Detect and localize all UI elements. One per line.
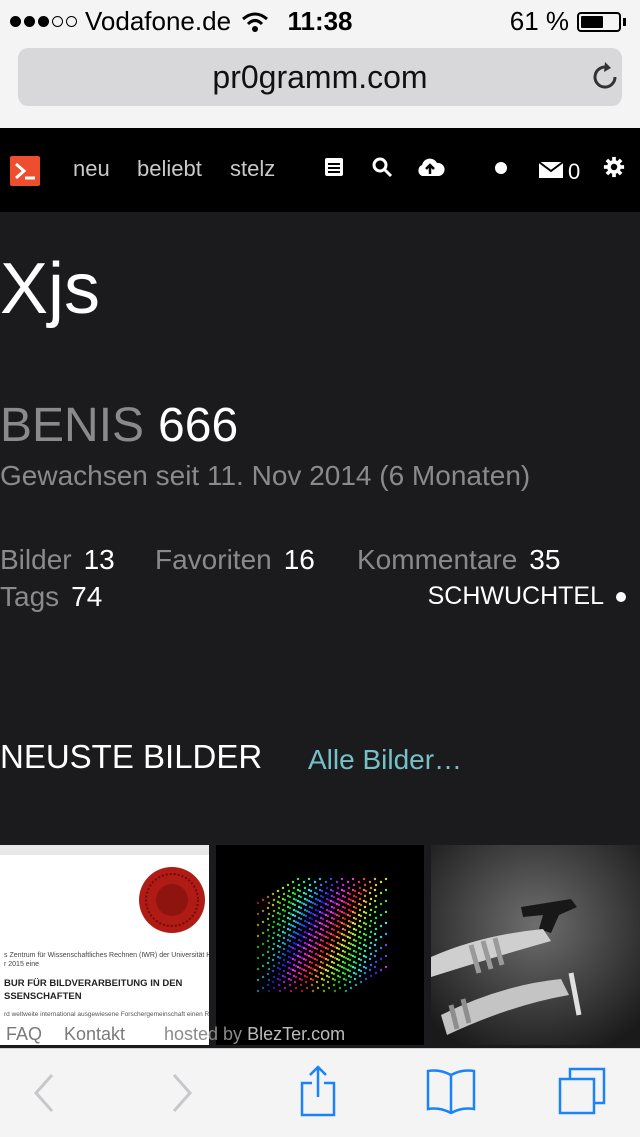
benis-label: BENIS: [0, 399, 145, 452]
battery-icon: [577, 11, 621, 32]
site-nav: neu beliebt stelz 0: [0, 128, 640, 212]
search-icon[interactable]: [371, 156, 393, 178]
stat-bilder-value: 13: [83, 544, 115, 575]
user-rank: SCHWUCHTEL: [427, 582, 604, 610]
hands-with-gun-image: [431, 845, 640, 1045]
user-rank-badge: SCHWUCHTEL: [428, 582, 626, 611]
footer-faq-link[interactable]: FAQ: [6, 1024, 42, 1044]
nav-link-beliebt[interactable]: beliebt: [137, 156, 202, 182]
benis-score: BENIS 666: [0, 398, 238, 453]
stat-tags-value: 74: [71, 581, 103, 612]
benis-value: 666: [158, 399, 239, 452]
thumbnail-2[interactable]: [216, 845, 424, 1045]
university-seal-image: [139, 867, 205, 933]
mail-icon[interactable]: [538, 161, 564, 179]
stat-bilder[interactable]: Bilder 13: [0, 544, 115, 576]
stat-favoriten-value: 16: [283, 544, 315, 575]
browser-toolbar: [0, 1048, 640, 1137]
stat-kommentare-value: 35: [529, 544, 561, 575]
nav-link-neu[interactable]: neu: [73, 156, 110, 182]
back-icon[interactable]: [30, 1071, 56, 1115]
url-text: pr0gramm.com: [212, 59, 428, 95]
hosted-by-label: hosted by: [164, 1024, 243, 1044]
stat-kommentare-label: Kommentare: [357, 544, 518, 575]
upload-icon[interactable]: [415, 156, 445, 178]
bookmarks-icon[interactable]: [424, 1067, 478, 1115]
thumb1-heading-line-1: BUR FÜR BILDVERARBEITUNG IN DEN: [4, 978, 183, 989]
stat-tags: Tags 74: [0, 581, 102, 613]
stat-favoriten-label: Favoriten: [155, 544, 272, 575]
member-since: Gewachsen seit 11. Nov 2014 (6 Monaten): [0, 460, 531, 491]
reload-icon[interactable]: [588, 60, 622, 94]
battery-percent: 61 %: [509, 6, 569, 36]
status-dot-icon: [495, 162, 507, 174]
hosted-by: hosted by BlezTer.com: [164, 1024, 345, 1045]
gear-icon[interactable]: [603, 156, 625, 178]
all-images-link[interactable]: Alle Bilder…: [308, 744, 462, 776]
stat-kommentare[interactable]: Kommentare 35: [357, 544, 560, 576]
status-bar: Vodafone.de 11:38 61 %: [0, 0, 640, 40]
stat-tags-label: Tags: [0, 581, 60, 612]
profile-username: Xjs: [0, 249, 101, 329]
tabs-icon[interactable]: [556, 1065, 608, 1117]
thumb1-text-line-1: s Zentrum für Wissenschaftliches Rechnen…: [4, 952, 209, 959]
list-view-icon[interactable]: [323, 156, 345, 178]
stat-favoriten[interactable]: Favoriten 16: [155, 544, 315, 576]
footer-links: FAQ Kontakt: [6, 1024, 147, 1045]
pr0gramm-logo[interactable]: [10, 156, 40, 186]
url-field[interactable]: pr0gramm.com: [18, 48, 622, 106]
share-icon[interactable]: [296, 1063, 340, 1119]
dot-cube-image: [256, 877, 388, 993]
thumb1-text-line-3: rd weltweite international ausgewiesene …: [4, 1011, 209, 1018]
battery-status: 61 %: [510, 6, 626, 37]
forward-icon[interactable]: [170, 1071, 196, 1115]
nav-link-stelz[interactable]: stelz: [230, 156, 275, 182]
browser-address-area: pr0gramm.com: [0, 40, 640, 128]
host-link[interactable]: BlezTer.com: [247, 1024, 345, 1044]
thumbnail-3[interactable]: [431, 845, 640, 1045]
thumb1-text-line-2: r 2015 eine: [4, 961, 40, 968]
rank-dot-icon: [616, 592, 626, 603]
section-title-latest: NEUSTE BILDER: [0, 738, 263, 775]
footer-kontakt-link[interactable]: Kontakt: [64, 1024, 125, 1044]
thumbnail-1[interactable]: s Zentrum für Wissenschaftliches Rechnen…: [0, 845, 209, 1045]
message-count[interactable]: 0: [568, 159, 580, 185]
stat-bilder-label: Bilder: [0, 544, 72, 575]
thumb1-heading-line-2: SSENSCHAFTEN: [4, 991, 82, 1002]
